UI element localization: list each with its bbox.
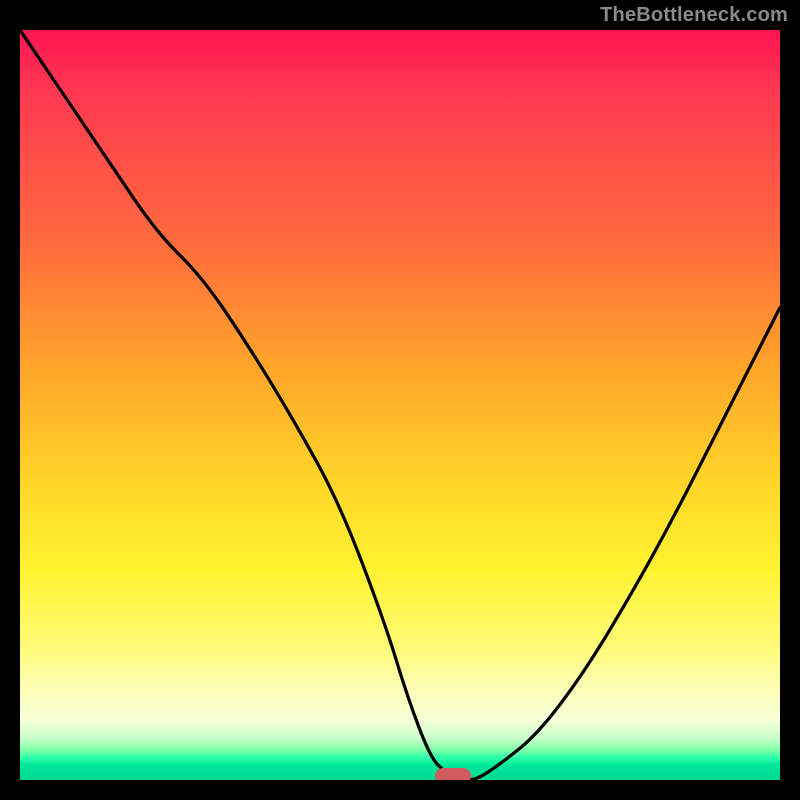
- bottleneck-curve: [20, 30, 780, 780]
- optimal-point-marker: [435, 768, 471, 780]
- chart-frame: TheBottleneck.com: [0, 0, 800, 800]
- attribution-text: TheBottleneck.com: [600, 4, 788, 27]
- plot-area: [20, 30, 780, 780]
